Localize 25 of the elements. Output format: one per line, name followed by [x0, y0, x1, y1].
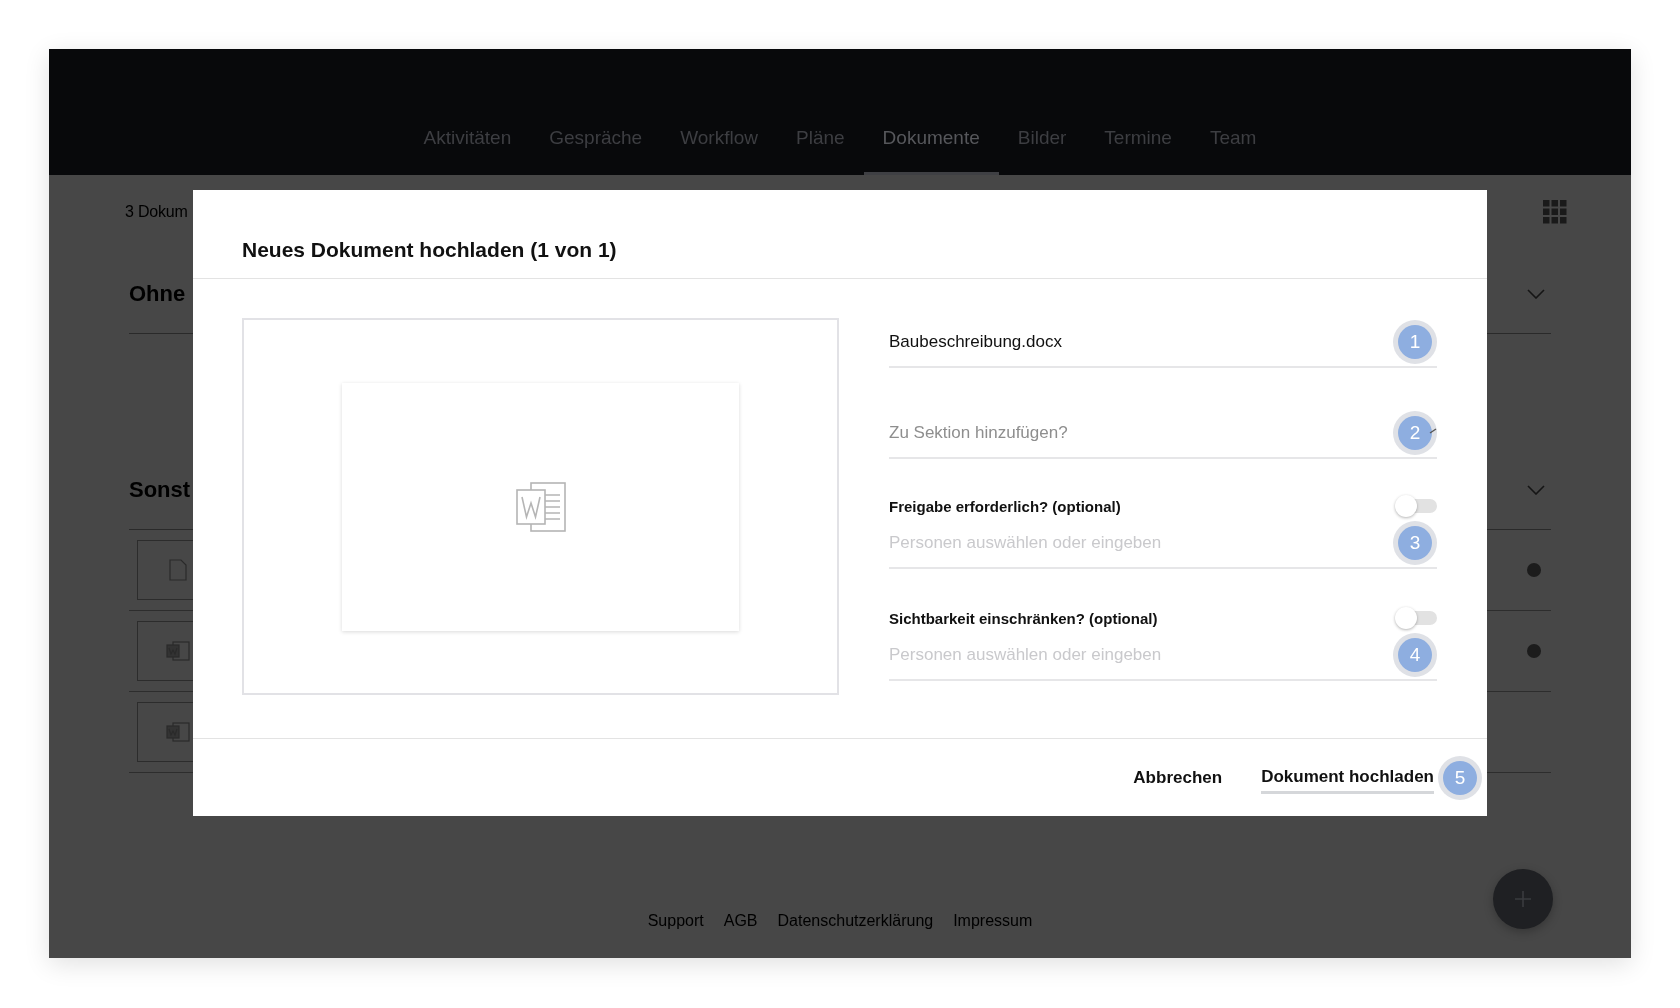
nav-tab[interactable]: Dokumente	[863, 113, 999, 175]
cancel-button[interactable]: Abbrechen	[1133, 761, 1223, 794]
field-label: Sichtbarkeit einschränken? (optional)	[889, 609, 1158, 627]
footer-link[interactable]: Datenschutzerklärung	[777, 912, 934, 930]
caret-icon[interactable]	[1429, 428, 1437, 434]
word-document-icon	[166, 640, 190, 662]
upload-button[interactable]: Dokument hochladen	[1261, 761, 1434, 794]
word-document-icon	[514, 480, 567, 533]
footer-link[interactable]: AGB	[723, 912, 758, 930]
file-name-field[interactable]: Baubeschreibung.docx	[889, 332, 1062, 352]
field-label: Freigabe erforderlich? (optional)	[889, 497, 1121, 515]
document-count-text: 3 Dokum	[125, 203, 188, 221]
word-document-icon	[166, 721, 190, 743]
grid-view-icon[interactable]	[1543, 200, 1567, 224]
chevron-down-icon[interactable]	[1527, 485, 1545, 495]
footer-link[interactable]: Impressum	[953, 912, 1033, 930]
add-button[interactable]	[1493, 869, 1553, 929]
chevron-down-icon[interactable]	[1527, 289, 1545, 299]
plus-icon	[1514, 890, 1532, 908]
section-select-field[interactable]: Zu Sektion hinzufügen?	[889, 423, 1068, 443]
section-title: Sonst	[129, 477, 191, 503]
file-icon	[169, 559, 187, 581]
footer-link[interactable]: Support	[647, 912, 704, 930]
dialog-title: Neues Dokument hochladen (1 von 1)	[242, 238, 617, 262]
section-title: Ohne	[129, 281, 186, 307]
